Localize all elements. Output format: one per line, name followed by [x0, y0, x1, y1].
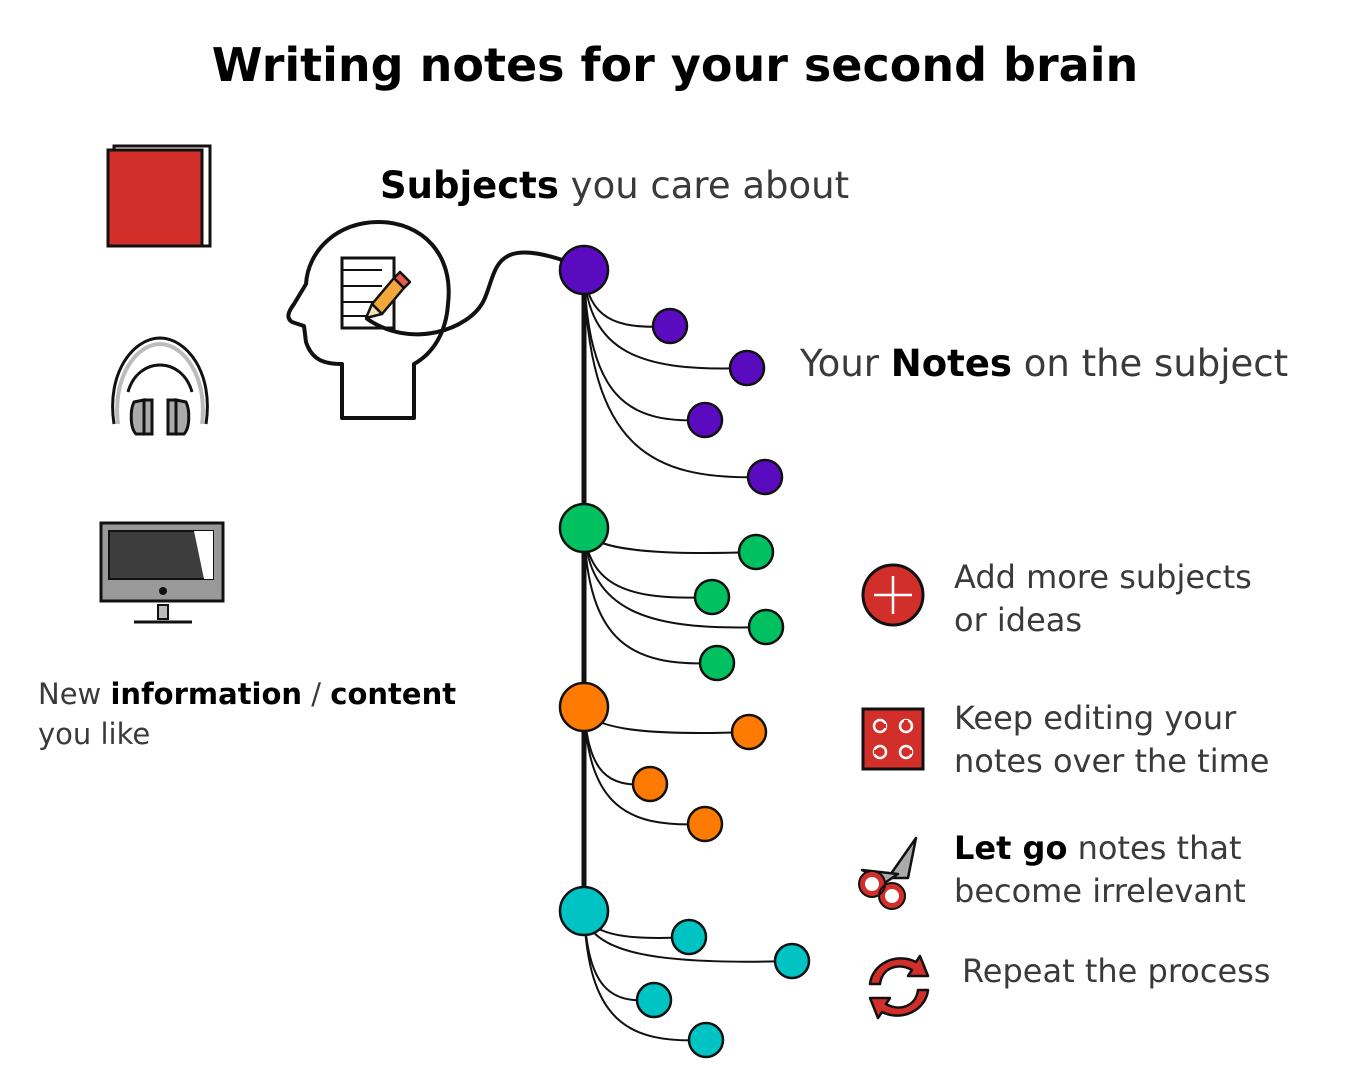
note-node-0-2 [686, 401, 724, 439]
action-add-line2: or ideas [954, 601, 1083, 639]
note-node-0-3 [746, 458, 784, 496]
note-node-3-1 [773, 942, 811, 980]
subject-node-3 [558, 885, 610, 937]
action-add-label: Add more subjects or ideas [954, 556, 1252, 642]
branch-0-2 [583, 269, 706, 422]
edit-board-icon [861, 707, 925, 771]
note-node-3-0 [670, 918, 708, 956]
note-node-2-0 [730, 713, 768, 751]
branch-1-0 [583, 527, 757, 555]
note-node-1-1 [693, 578, 731, 616]
add-icon [861, 563, 925, 627]
action-letgo-line2: become irrelevant [954, 872, 1246, 910]
action-letgo-line1: notes that [1067, 829, 1242, 867]
note-node-0-0 [651, 307, 689, 345]
note-node-3-2 [635, 981, 673, 1019]
action-repeat-label: Repeat the process [962, 950, 1270, 993]
subject-node-1 [558, 502, 610, 554]
subject-node-0 [558, 244, 610, 296]
note-node-3-3 [687, 1021, 725, 1059]
note-node-2-2 [686, 805, 724, 843]
action-repeat-line1: Repeat the process [962, 952, 1271, 990]
note-node-1-2 [747, 608, 785, 646]
note-node-0-1 [728, 349, 766, 387]
action-edit-line1: Keep editing your [954, 699, 1237, 737]
action-edit-line2: notes over the time [954, 742, 1270, 780]
note-node-1-0 [737, 533, 775, 571]
action-add-line1: Add more subjects [954, 558, 1252, 596]
subject-node-2 [558, 681, 610, 733]
action-letgo-bold: Let go [954, 829, 1068, 867]
head-to-subject-link [364, 250, 585, 337]
notes-tree-diagram [364, 244, 811, 1059]
repeat-icon [868, 954, 930, 1020]
action-letgo-label: Let go notes that become irrelevant [954, 827, 1246, 913]
branch-2-2 [583, 706, 706, 826]
scissors-icon [858, 836, 918, 910]
note-node-1-3 [698, 644, 736, 682]
action-edit-label: Keep editing your notes over the time [954, 697, 1269, 783]
note-node-2-1 [631, 765, 669, 803]
branch-1-2 [583, 527, 767, 629]
